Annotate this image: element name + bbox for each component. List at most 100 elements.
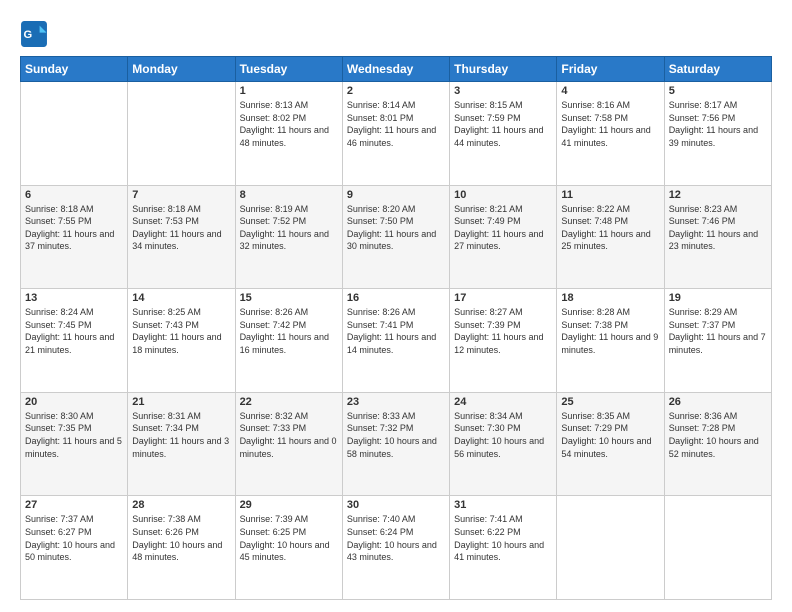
calendar-cell: 9 Sunrise: 8:20 AMSunset: 7:50 PMDaylight…: [342, 185, 449, 289]
day-number: 25: [561, 396, 659, 408]
day-info: Sunrise: 8:27 AMSunset: 7:39 PMDaylight:…: [454, 306, 552, 356]
weekday-header-row: SundayMondayTuesdayWednesdayThursdayFrid…: [21, 57, 772, 82]
day-info: Sunrise: 8:24 AMSunset: 7:45 PMDaylight:…: [25, 306, 123, 356]
day-number: 18: [561, 292, 659, 304]
day-number: 5: [669, 85, 767, 97]
day-number: 24: [454, 396, 552, 408]
day-info: Sunrise: 8:16 AMSunset: 7:58 PMDaylight:…: [561, 99, 659, 149]
calendar-cell: 26Sunrise: 8:36 AMSunset: 7:28 PMDayligh…: [664, 392, 771, 496]
calendar-cell: 12Sunrise: 8:23 AMSunset: 7:46 PMDayligh…: [664, 185, 771, 289]
day-number: 20: [25, 396, 123, 408]
day-info: Sunrise: 8:29 AMSunset: 7:37 PMDaylight:…: [669, 306, 767, 356]
calendar-cell: 15 Sunrise: 8:26 AMSunset: 7:42 PMDayligh…: [235, 289, 342, 393]
calendar-week-4: 20 Sunrise: 8:30 AMSunset: 7:35 PMDayligh…: [21, 392, 772, 496]
day-info: Sunrise: 8:26 AMSunset: 7:41 PMDaylight:…: [347, 306, 445, 356]
calendar-week-1: 1Sunrise: 8:13 AMSunset: 8:02 PMDaylight…: [21, 82, 772, 186]
day-number: 29: [240, 499, 338, 511]
day-number: 16: [347, 292, 445, 304]
day-info: Sunrise: 8:36 AMSunset: 7:28 PMDaylight:…: [669, 410, 767, 460]
day-number: 4: [561, 85, 659, 97]
calendar-cell: [128, 82, 235, 186]
day-number: 9: [347, 189, 445, 201]
header: G: [20, 16, 772, 48]
day-number: 23: [347, 396, 445, 408]
page: G SundayMondayTuesdayWednesdayThursdayFr…: [0, 0, 792, 612]
calendar-cell: 23 Sunrise: 8:33 AMSunset: 7:32 PMDayligh…: [342, 392, 449, 496]
calendar-cell: [664, 496, 771, 600]
day-info: Sunrise: 8:19 AMSunset: 7:52 PMDaylight:…: [240, 203, 338, 253]
weekday-header-friday: Friday: [557, 57, 664, 82]
day-info: Sunrise: 8:20 AMSunset: 7:50 PMDaylight:…: [347, 203, 445, 253]
day-number: 7: [132, 189, 230, 201]
calendar-cell: 5 Sunrise: 8:17 AMSunset: 7:56 PMDaylight…: [664, 82, 771, 186]
calendar-cell: 27Sunrise: 7:37 AMSunset: 6:27 PMDayligh…: [21, 496, 128, 600]
calendar-cell: 7 Sunrise: 8:18 AMSunset: 7:53 PMDaylight…: [128, 185, 235, 289]
day-info: Sunrise: 7:37 AMSunset: 6:27 PMDaylight:…: [25, 513, 123, 563]
day-number: 11: [561, 189, 659, 201]
day-number: 8: [240, 189, 338, 201]
calendar-cell: 10 Sunrise: 8:21 AMSunset: 7:49 PMDayligh…: [450, 185, 557, 289]
calendar-cell: 30 Sunrise: 7:40 AMSunset: 6:24 PMDayligh…: [342, 496, 449, 600]
day-info: Sunrise: 8:25 AMSunset: 7:43 PMDaylight:…: [132, 306, 230, 356]
day-info: Sunrise: 8:26 AMSunset: 7:42 PMDaylight:…: [240, 306, 338, 356]
svg-text:G: G: [24, 29, 33, 41]
day-number: 14: [132, 292, 230, 304]
weekday-header-wednesday: Wednesday: [342, 57, 449, 82]
day-info: Sunrise: 8:22 AMSunset: 7:48 PMDaylight:…: [561, 203, 659, 253]
day-info: Sunrise: 8:14 AMSunset: 8:01 PMDaylight:…: [347, 99, 445, 149]
logo-icon: G: [20, 20, 48, 48]
weekday-header-saturday: Saturday: [664, 57, 771, 82]
day-number: 28: [132, 499, 230, 511]
day-info: Sunrise: 7:38 AMSunset: 6:26 PMDaylight:…: [132, 513, 230, 563]
logo: G: [20, 20, 50, 48]
calendar-cell: 13 Sunrise: 8:24 AMSunset: 7:45 PMDayligh…: [21, 289, 128, 393]
day-info: Sunrise: 8:21 AMSunset: 7:49 PMDaylight:…: [454, 203, 552, 253]
day-number: 13: [25, 292, 123, 304]
day-number: 1: [240, 85, 338, 97]
calendar-cell: 3Sunrise: 8:15 AMSunset: 7:59 PMDaylight…: [450, 82, 557, 186]
calendar-cell: 25 Sunrise: 8:35 AMSunset: 7:29 PMDayligh…: [557, 392, 664, 496]
calendar-cell: [21, 82, 128, 186]
weekday-header-monday: Monday: [128, 57, 235, 82]
day-info: Sunrise: 7:41 AMSunset: 6:22 PMDaylight:…: [454, 513, 552, 563]
day-info: Sunrise: 8:32 AMSunset: 7:33 PMDaylight:…: [240, 410, 338, 460]
day-number: 10: [454, 189, 552, 201]
day-number: 21: [132, 396, 230, 408]
calendar-cell: 1Sunrise: 8:13 AMSunset: 8:02 PMDaylight…: [235, 82, 342, 186]
day-info: Sunrise: 8:17 AMSunset: 7:56 PMDaylight:…: [669, 99, 767, 149]
weekday-header-tuesday: Tuesday: [235, 57, 342, 82]
day-number: 15: [240, 292, 338, 304]
day-number: 6: [25, 189, 123, 201]
day-info: Sunrise: 8:15 AMSunset: 7:59 PMDaylight:…: [454, 99, 552, 149]
day-number: 19: [669, 292, 767, 304]
calendar-cell: 14 Sunrise: 8:25 AMSunset: 7:43 PMDayligh…: [128, 289, 235, 393]
day-info: Sunrise: 7:39 AMSunset: 6:25 PMDaylight:…: [240, 513, 338, 563]
day-info: Sunrise: 8:33 AMSunset: 7:32 PMDaylight:…: [347, 410, 445, 460]
calendar-table: SundayMondayTuesdayWednesdayThursdayFrid…: [20, 56, 772, 600]
calendar-cell: 31Sunrise: 7:41 AMSunset: 6:22 PMDayligh…: [450, 496, 557, 600]
calendar-week-2: 6 Sunrise: 8:18 AMSunset: 7:55 PMDaylight…: [21, 185, 772, 289]
day-info: Sunrise: 8:34 AMSunset: 7:30 PMDaylight:…: [454, 410, 552, 460]
day-info: Sunrise: 8:28 AMSunset: 7:38 PMDaylight:…: [561, 306, 659, 356]
calendar-cell: 21Sunrise: 8:31 AMSunset: 7:34 PMDayligh…: [128, 392, 235, 496]
day-info: Sunrise: 8:18 AMSunset: 7:53 PMDaylight:…: [132, 203, 230, 253]
day-info: Sunrise: 7:40 AMSunset: 6:24 PMDaylight:…: [347, 513, 445, 563]
calendar-cell: 28 Sunrise: 7:38 AMSunset: 6:26 PMDayligh…: [128, 496, 235, 600]
day-info: Sunrise: 8:18 AMSunset: 7:55 PMDaylight:…: [25, 203, 123, 253]
calendar-cell: 2Sunrise: 8:14 AMSunset: 8:01 PMDaylight…: [342, 82, 449, 186]
weekday-header-sunday: Sunday: [21, 57, 128, 82]
calendar-cell: 19 Sunrise: 8:29 AMSunset: 7:37 PMDayligh…: [664, 289, 771, 393]
calendar-cell: 20 Sunrise: 8:30 AMSunset: 7:35 PMDayligh…: [21, 392, 128, 496]
calendar-cell: 29 Sunrise: 7:39 AMSunset: 6:25 PMDayligh…: [235, 496, 342, 600]
calendar-cell: 22Sunrise: 8:32 AMSunset: 7:33 PMDayligh…: [235, 392, 342, 496]
calendar-cell: [557, 496, 664, 600]
calendar-cell: 8 Sunrise: 8:19 AMSunset: 7:52 PMDaylight…: [235, 185, 342, 289]
calendar-cell: 16 Sunrise: 8:26 AMSunset: 7:41 PMDayligh…: [342, 289, 449, 393]
day-info: Sunrise: 8:30 AMSunset: 7:35 PMDaylight:…: [25, 410, 123, 460]
day-number: 30: [347, 499, 445, 511]
calendar-week-3: 13 Sunrise: 8:24 AMSunset: 7:45 PMDayligh…: [21, 289, 772, 393]
calendar-cell: 18 Sunrise: 8:28 AMSunset: 7:38 PMDayligh…: [557, 289, 664, 393]
day-info: Sunrise: 8:35 AMSunset: 7:29 PMDaylight:…: [561, 410, 659, 460]
day-number: 12: [669, 189, 767, 201]
calendar-cell: 4 Sunrise: 8:16 AMSunset: 7:58 PMDaylight…: [557, 82, 664, 186]
